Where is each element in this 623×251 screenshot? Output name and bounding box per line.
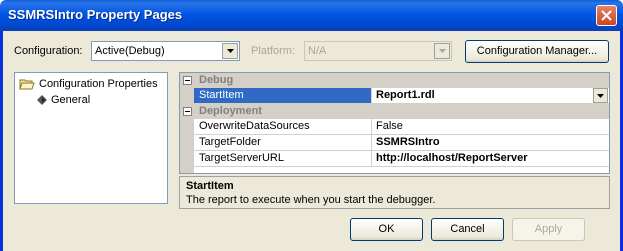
description-pane: StartItem The report to execute when you… xyxy=(179,176,610,209)
folder-open-icon xyxy=(19,79,35,89)
tree-child-label: General xyxy=(51,94,91,106)
category-deployment[interactable]: Deployment xyxy=(180,104,609,119)
collapse-icon[interactable] xyxy=(183,107,192,116)
property-row-targetserverurl[interactable]: TargetServerURL http://localhost/ReportS… xyxy=(194,151,609,167)
property-value[interactable]: SSMRSIntro xyxy=(373,135,609,150)
category-tree[interactable]: Configuration Properties General xyxy=(14,72,168,204)
close-icon xyxy=(601,10,612,21)
collapse-icon[interactable] xyxy=(183,76,192,85)
property-value[interactable]: http://localhost/ReportServer xyxy=(373,151,609,166)
grid-gutter xyxy=(180,73,194,173)
cancel-button[interactable]: Cancel xyxy=(431,218,504,241)
property-name: OverwriteDataSources xyxy=(194,119,372,134)
tree-item-general[interactable]: General xyxy=(37,92,90,108)
property-pages-dialog: SSMRSIntro Property Pages Configuration:… xyxy=(0,0,623,251)
category-debug[interactable]: Debug xyxy=(180,73,609,88)
category-deployment-label: Deployment xyxy=(199,105,262,117)
property-row-targetfolder[interactable]: TargetFolder SSMRSIntro xyxy=(194,135,609,151)
window-title: SSMRSIntro Property Pages xyxy=(8,7,183,22)
configuration-label: Configuration: xyxy=(14,45,83,57)
description-text: The report to execute when you start the… xyxy=(186,194,436,206)
property-value[interactable]: Report1.rdl xyxy=(373,88,609,103)
property-value[interactable]: False xyxy=(373,119,609,134)
title-bar[interactable]: SSMRSIntro Property Pages xyxy=(0,0,623,31)
description-title: StartItem xyxy=(186,180,234,192)
configuration-manager-button[interactable]: Configuration Manager... xyxy=(465,40,609,63)
configuration-combobox[interactable]: Active(Debug) xyxy=(91,41,240,61)
chevron-down-icon[interactable] xyxy=(222,43,238,59)
category-debug-label: Debug xyxy=(199,74,234,86)
tree-root-label: Configuration Properties xyxy=(39,78,158,90)
apply-button: Apply xyxy=(512,218,585,241)
property-name: TargetServerURL xyxy=(194,151,372,166)
platform-label: Platform: xyxy=(251,45,296,57)
window-frame-left xyxy=(0,31,3,251)
close-button[interactable] xyxy=(596,5,617,26)
chevron-down-icon[interactable] xyxy=(593,88,608,103)
chevron-down-icon xyxy=(434,43,450,59)
property-row-overwritedatasources[interactable]: OverwriteDataSources False xyxy=(194,119,609,135)
configuration-value: Active(Debug) xyxy=(95,45,165,57)
tree-item-configuration-properties[interactable]: Configuration Properties xyxy=(19,76,158,92)
platform-value: N/A xyxy=(308,45,327,57)
property-name: TargetFolder xyxy=(194,135,372,150)
property-name: StartItem xyxy=(194,88,372,103)
diamond-bullet-icon xyxy=(37,95,47,105)
property-row-startitem[interactable]: StartItem Report1.rdl xyxy=(194,88,609,104)
property-grid[interactable]: Debug StartItem Report1.rdl Deployment O… xyxy=(179,72,610,174)
ok-button[interactable]: OK xyxy=(350,218,423,241)
platform-combobox: N/A xyxy=(304,41,452,61)
